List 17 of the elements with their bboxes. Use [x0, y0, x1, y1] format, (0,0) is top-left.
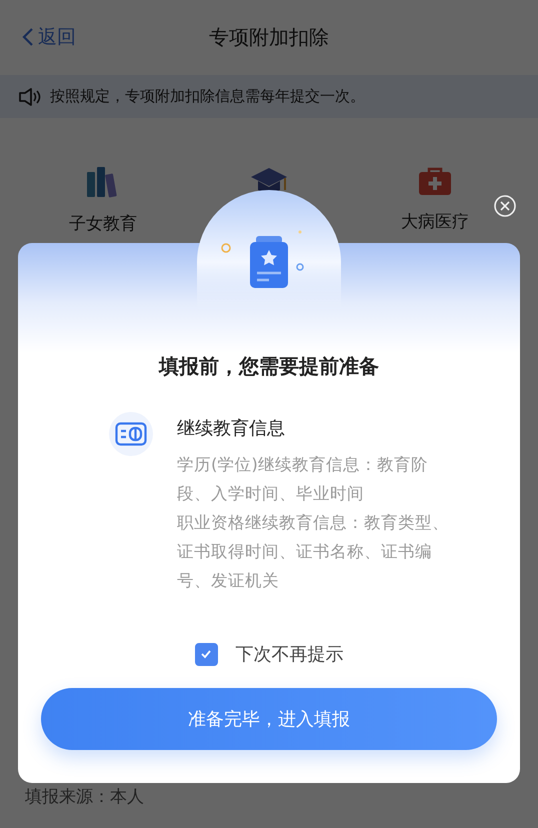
item-description: 职业资格继续教育信息：教育类型、证书取得时间、证书名称、证书编号、发证机关 — [177, 512, 449, 592]
item-title: 继续教育信息 — [177, 417, 286, 440]
category-label[interactable]: 子女教育 — [69, 212, 137, 235]
back-button[interactable]: 返回 — [22, 24, 76, 50]
medical-kit-icon — [418, 166, 452, 196]
id-card-icon — [109, 412, 153, 456]
speaker-icon — [18, 86, 42, 106]
page-title: 专项附加扣除 — [209, 24, 329, 51]
close-button[interactable] — [494, 195, 516, 217]
category-label[interactable]: 大病医疗 — [401, 210, 469, 233]
notice-text: 按照规定，专项附加扣除信息需每年提交一次。 — [50, 87, 365, 106]
confirm-button[interactable]: 准备完毕，进入填报 — [41, 688, 497, 750]
dialog-title: 填报前，您需要提前准备 — [159, 353, 379, 380]
checkbox[interactable] — [194, 642, 218, 666]
chevron-left-icon — [22, 27, 34, 47]
item-description: 学历(学位)继续教育信息：教育阶段、入学时间、毕业时间 — [177, 454, 429, 505]
checkbox-label[interactable]: 下次不再提示 — [236, 642, 344, 666]
